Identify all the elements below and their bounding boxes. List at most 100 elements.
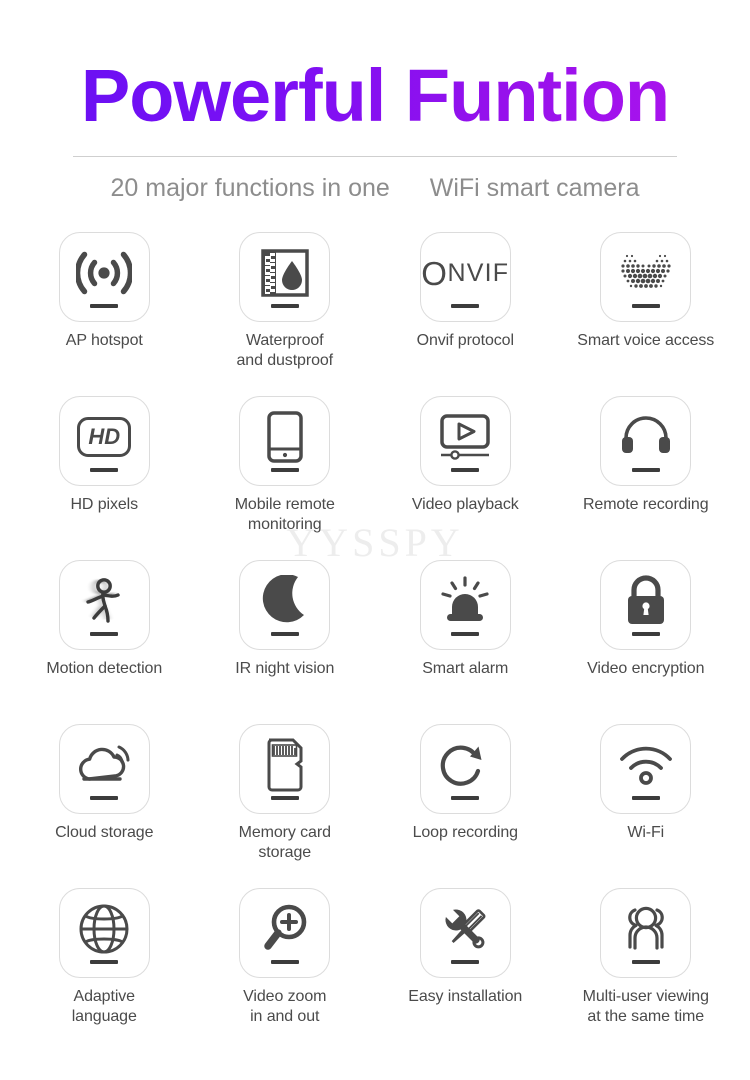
header-divider bbox=[73, 156, 677, 158]
feature-label: Loop recording bbox=[412, 824, 518, 842]
feature-label: Video encryption bbox=[587, 660, 705, 678]
card-dash bbox=[90, 468, 119, 473]
feature-item[interactable]: Video playback bbox=[375, 396, 556, 560]
feature-label: Remote recording bbox=[582, 496, 709, 514]
card-dash bbox=[270, 796, 299, 801]
card-dash bbox=[90, 796, 119, 801]
feature-item[interactable]: IR night vision bbox=[195, 560, 376, 724]
card-dash bbox=[451, 632, 480, 637]
card-dash bbox=[451, 468, 480, 473]
feature-label: Onvif protocol bbox=[416, 332, 514, 350]
feature-item[interactable]: Video encryption bbox=[556, 560, 737, 724]
multi-user-icon bbox=[617, 905, 675, 953]
feature-item[interactable]: Smart alarm bbox=[375, 560, 556, 724]
card-dash bbox=[270, 304, 299, 309]
feature-card[interactable] bbox=[419, 724, 511, 815]
running-person-icon bbox=[75, 575, 133, 627]
feature-card[interactable]: O NVIF bbox=[419, 232, 511, 323]
feature-item[interactable]: Mobile remote monitoring bbox=[195, 396, 376, 560]
card-dash bbox=[451, 960, 480, 965]
subtitle-right: WiFi smart camera bbox=[429, 174, 640, 203]
feature-card[interactable] bbox=[419, 396, 511, 487]
feature-label: Wi-Fi bbox=[627, 824, 665, 842]
wifi-icon bbox=[618, 743, 674, 787]
smartphone-icon bbox=[266, 410, 304, 464]
feature-item[interactable]: Remote recording bbox=[556, 396, 737, 560]
feature-item[interactable]: Easy installation bbox=[375, 888, 556, 1052]
feature-label: Video playback bbox=[411, 496, 519, 514]
card-dash bbox=[90, 632, 119, 637]
card-dash bbox=[270, 960, 299, 965]
waterproof-droplet-icon bbox=[260, 248, 310, 298]
feature-card[interactable] bbox=[58, 232, 150, 323]
onvif-letter-o: O bbox=[421, 254, 448, 292]
card-dash bbox=[270, 468, 299, 473]
feature-item[interactable]: Loop recording bbox=[375, 724, 556, 888]
memory-card-icon bbox=[264, 737, 306, 793]
card-dash bbox=[631, 304, 660, 309]
feature-card[interactable] bbox=[419, 560, 511, 651]
header: Powerful Funtion 20 major functions in o… bbox=[0, 0, 750, 203]
feature-label: AP hotspot bbox=[65, 332, 143, 350]
feature-item[interactable]: AP hotspot bbox=[14, 232, 195, 396]
feature-item[interactable]: Waterproof and dustproof bbox=[195, 232, 376, 396]
feature-card[interactable] bbox=[58, 560, 150, 651]
video-playback-icon bbox=[437, 413, 493, 461]
feature-item[interactable]: Video zoom in and out bbox=[195, 888, 376, 1052]
subtitle-left: 20 major functions in one bbox=[110, 174, 390, 203]
feature-card[interactable] bbox=[600, 888, 692, 979]
page-subtitle: 20 major functions in one WiFi smart cam… bbox=[0, 174, 750, 203]
feature-item[interactable]: Wi-Fi bbox=[556, 724, 737, 888]
hd-badge-frame: HD bbox=[77, 417, 132, 458]
feature-label: Mobile remote monitoring bbox=[234, 496, 335, 533]
feature-card[interactable] bbox=[239, 560, 331, 651]
feature-label: Video zoom in and out bbox=[243, 988, 327, 1025]
feature-card[interactable] bbox=[239, 888, 331, 979]
feature-card[interactable] bbox=[239, 396, 331, 487]
card-dash bbox=[451, 304, 480, 309]
card-dash bbox=[631, 468, 660, 473]
card-dash bbox=[631, 960, 660, 965]
feature-item[interactable]: O NVIF Onvif protocol bbox=[375, 232, 556, 396]
page-title: Powerful Funtion bbox=[0, 58, 750, 134]
magnifier-plus-icon bbox=[260, 903, 310, 955]
feature-label: IR night vision bbox=[235, 660, 335, 678]
feature-card[interactable] bbox=[58, 724, 150, 815]
card-dash bbox=[90, 960, 119, 965]
feature-label: Smart voice access bbox=[577, 332, 715, 350]
onvif-wordmark-icon: O NVIF bbox=[421, 257, 509, 290]
wifi-broadcast-icon bbox=[76, 250, 133, 296]
card-dash bbox=[270, 632, 299, 637]
feature-item[interactable]: Multi-user viewing at the same time bbox=[556, 888, 737, 1052]
feature-item[interactable]: Cloud storage bbox=[14, 724, 195, 888]
feature-card[interactable] bbox=[600, 396, 692, 487]
feature-item[interactable]: Memory card storage bbox=[195, 724, 376, 888]
feature-label: Adaptive language bbox=[71, 988, 137, 1025]
feature-item[interactable]: Motion detection bbox=[14, 560, 195, 724]
feature-card[interactable] bbox=[600, 560, 692, 651]
feature-item[interactable]: Smart voice access bbox=[556, 232, 737, 396]
feature-label: Motion detection bbox=[46, 660, 163, 678]
feature-item[interactable]: HD HD pixels bbox=[14, 396, 195, 560]
onvif-letters-rest: NVIF bbox=[447, 258, 510, 287]
wrench-screwdriver-icon bbox=[439, 903, 491, 955]
feature-card[interactable] bbox=[600, 724, 692, 815]
feature-card[interactable] bbox=[419, 888, 511, 979]
feature-item[interactable]: Adaptive language bbox=[14, 888, 195, 1052]
feature-card[interactable] bbox=[239, 724, 331, 815]
feature-label: Waterproof and dustproof bbox=[236, 332, 334, 369]
card-dash bbox=[451, 796, 480, 801]
feature-card[interactable] bbox=[58, 888, 150, 979]
headset-icon bbox=[620, 415, 672, 459]
feature-card[interactable]: HD bbox=[58, 396, 150, 487]
feature-label: Cloud storage bbox=[55, 824, 154, 842]
feature-card[interactable] bbox=[600, 232, 692, 323]
hd-badge-text: HD bbox=[88, 424, 121, 450]
feature-card[interactable] bbox=[239, 232, 331, 323]
feature-label: Easy installation bbox=[408, 988, 523, 1006]
alarm-siren-icon bbox=[439, 576, 491, 626]
voice-dot-matrix-icon bbox=[617, 252, 675, 294]
crescent-moon-icon bbox=[259, 575, 311, 627]
card-dash bbox=[631, 632, 660, 637]
card-dash bbox=[631, 796, 660, 801]
